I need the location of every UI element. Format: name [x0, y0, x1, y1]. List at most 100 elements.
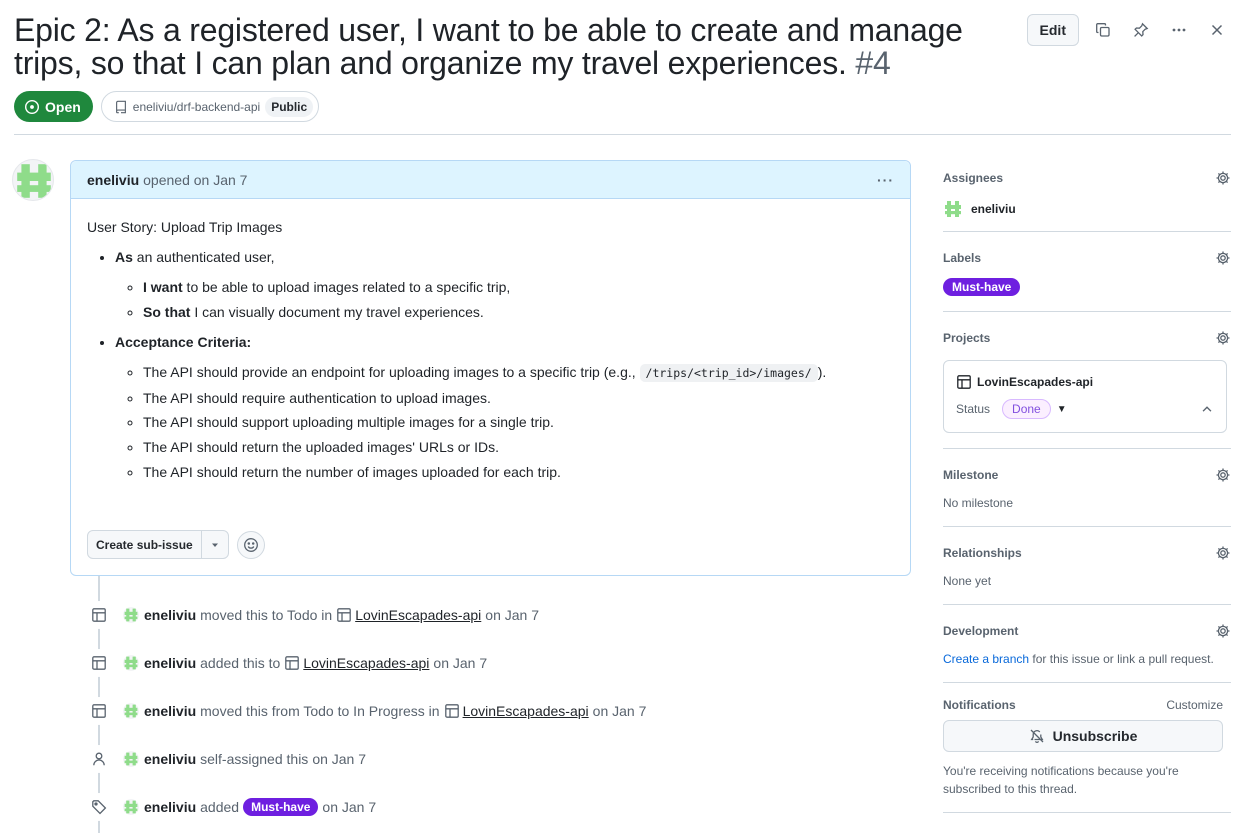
repo-pill[interactable]: eneliviu/drf-backend-api Public: [100, 91, 320, 122]
header-divider: [14, 134, 1231, 135]
state-badge: Open: [14, 91, 93, 122]
copy-icon[interactable]: [1089, 14, 1117, 46]
table-icon: [85, 697, 113, 725]
assignees-section: Assignees eneliviu: [943, 160, 1231, 232]
smiley-icon[interactable]: [236, 530, 265, 559]
inline-code: /trips/<trip_id>/images/: [639, 363, 818, 382]
author-avatar[interactable]: [12, 159, 54, 201]
event-text: added: [200, 799, 240, 815]
assignee-name: eneliviu: [971, 202, 1016, 216]
notification-reason: You're receiving notifications because y…: [943, 764, 1179, 796]
label-badge[interactable]: Must-have: [243, 798, 319, 816]
issue-meta-row: Open eneliviu/drf-backend-api Public: [14, 91, 320, 122]
avatar[interactable]: [123, 799, 139, 815]
notifications-section: Notifications Customize Unsubscribe You'…: [943, 683, 1231, 813]
avatar[interactable]: [123, 607, 139, 623]
gear-icon[interactable]: [1215, 330, 1231, 346]
project-card: LovinEscapades-api Status Done ▼: [943, 360, 1227, 433]
customize-link[interactable]: Customize: [1166, 698, 1231, 712]
timeline-event: eneliviu moved this from Todo to In Prog…: [85, 697, 646, 725]
table-icon: [285, 656, 300, 670]
triangle-down-icon[interactable]: [202, 531, 228, 558]
state-label: Open: [45, 98, 81, 115]
acceptance-title: Acceptance Criteria:: [115, 333, 252, 350]
event-user[interactable]: eneliviu: [144, 607, 196, 623]
comment-footer: Create sub-issue: [87, 530, 265, 559]
issue-opened-icon: [24, 99, 40, 114]
avatar[interactable]: [123, 703, 139, 719]
project-status: Status Done ▼: [956, 399, 1214, 419]
gear-icon[interactable]: [1215, 467, 1231, 483]
status-pill[interactable]: Done: [1002, 399, 1051, 419]
gear-icon[interactable]: [1215, 170, 1231, 186]
event-user[interactable]: eneliviu: [144, 703, 196, 719]
list-text: The API should provide an endpoint for u…: [143, 363, 640, 380]
event-time[interactable]: on Jan 7: [322, 799, 376, 815]
project-name: LovinEscapades-api: [303, 655, 430, 671]
event-user[interactable]: eneliviu: [144, 655, 196, 671]
list-item: So that I can visually document my trave…: [143, 302, 894, 322]
repo-name: eneliviu/drf-backend-api: [132, 99, 261, 114]
create-branch-link[interactable]: Create a branch: [943, 652, 1029, 666]
event-time[interactable]: on Jan 7: [312, 751, 366, 767]
comment-author[interactable]: eneliviu: [87, 172, 139, 188]
close-icon[interactable]: [1203, 14, 1231, 46]
repo-icon: [115, 100, 126, 113]
chevron-up-icon[interactable]: [1200, 402, 1214, 416]
milestone-title: Milestone: [943, 468, 999, 482]
edit-button[interactable]: Edit: [1026, 14, 1079, 46]
bold-text: So that: [143, 303, 191, 320]
gear-icon[interactable]: [1215, 545, 1231, 561]
assignee-item[interactable]: eneliviu: [943, 199, 1231, 219]
list-item: The API should return the uploaded image…: [143, 437, 894, 457]
event-user[interactable]: eneliviu: [144, 799, 196, 815]
bell-slash-icon: [1030, 729, 1044, 743]
project-title[interactable]: LovinEscapades-api: [956, 374, 1214, 390]
event-text: moved this from Todo to In Progress in: [200, 703, 440, 719]
event-user[interactable]: eneliviu: [144, 751, 196, 767]
event-time[interactable]: on Jan 7: [593, 703, 647, 719]
event-text: moved this to Todo in: [200, 607, 333, 623]
issue-body-comment: eneliviu opened on Jan 7 ··· User Story:…: [70, 160, 911, 576]
project-link[interactable]: LovinEscapades-api: [444, 703, 589, 719]
section-header: Assignees: [943, 170, 1231, 186]
event-time[interactable]: on Jan 7: [433, 655, 487, 671]
create-subissue-button[interactable]: Create sub-issue: [88, 531, 202, 558]
timeline-event: eneliviu moved this to Todo in LovinEsca…: [85, 601, 539, 629]
event-time[interactable]: on Jan 7: [485, 607, 539, 623]
labels-title: Labels: [943, 251, 982, 265]
avatar[interactable]: [123, 655, 139, 671]
comment-timestamp[interactable]: opened on Jan 7: [143, 172, 247, 188]
unsubscribe-label: Unsubscribe: [1052, 728, 1138, 744]
comment-options-icon[interactable]: ···: [877, 172, 894, 188]
unsubscribe-button[interactable]: Unsubscribe: [943, 720, 1223, 752]
project-name: LovinEscapades-api: [977, 375, 1094, 389]
list-item: Acceptance Criteria: The API should prov…: [115, 332, 894, 482]
triangle-down-icon[interactable]: ▼: [1057, 404, 1067, 415]
projects-title: Projects: [943, 331, 991, 345]
kebab-horizontal-icon[interactable]: [1165, 14, 1193, 46]
table-icon: [444, 704, 459, 718]
list-text: to be able to upload images related to a…: [182, 279, 511, 295]
avatar[interactable]: [123, 751, 139, 767]
gear-icon[interactable]: [1215, 250, 1231, 266]
event-text: added this to: [200, 655, 281, 671]
table-icon: [85, 601, 113, 629]
pin-icon[interactable]: [1127, 14, 1155, 46]
comment-header: eneliviu opened on Jan 7 ···: [71, 161, 910, 199]
identicon: [17, 164, 51, 198]
project-link[interactable]: LovinEscapades-api: [284, 655, 429, 671]
person-icon: [85, 745, 113, 773]
story-heading: User Story: Upload Trip Images: [87, 219, 283, 235]
issue-title-text: Epic 2: As a registered user, I want to …: [14, 12, 963, 81]
assignees-title: Assignees: [943, 171, 1004, 185]
comment-body: User Story: Upload Trip Images As an aut…: [71, 199, 910, 482]
label-badge[interactable]: Must-have: [943, 278, 1021, 296]
issue-title: Epic 2: As a registered user, I want to …: [14, 14, 1004, 80]
list-item: The API should support uploading multipl…: [143, 412, 894, 432]
gear-icon[interactable]: [1215, 623, 1231, 639]
event-text: self-assigned this: [200, 751, 309, 767]
project-link[interactable]: LovinEscapades-api: [336, 607, 481, 623]
create-subissue-split-button: Create sub-issue: [87, 530, 229, 559]
relationships-title: Relationships: [943, 546, 1022, 560]
